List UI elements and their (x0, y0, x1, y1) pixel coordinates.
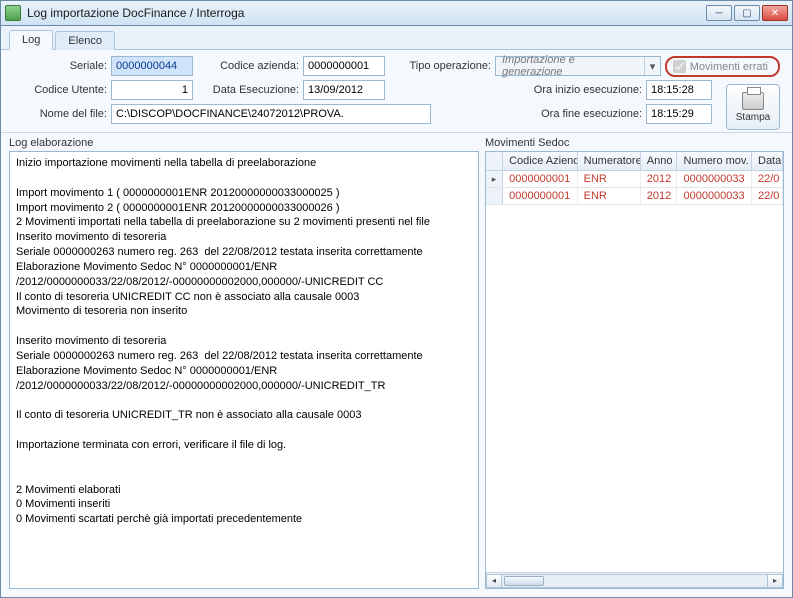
form-area: Movimenti errati Stampa Seriale: Codice … (1, 50, 792, 133)
tipo-operazione-dropdown[interactable]: Importazione e generazione ▾ (495, 56, 661, 76)
table-row[interactable]: 0000000001 ENR 2012 0000000033 22/0 (486, 188, 783, 205)
printer-icon (742, 92, 764, 110)
log-panel: Log elaborazione Inizio importazione mov… (9, 137, 479, 589)
client-area: Log Elenco Movimenti errati Stampa Seria… (0, 26, 793, 598)
nome-file-label: Nome del file: (11, 108, 111, 120)
tipo-operazione-value: Importazione e generazione (496, 54, 644, 78)
grid-title: Movimenti Sedoc (485, 137, 784, 149)
row-indicator (486, 188, 503, 204)
tab-log[interactable]: Log (9, 30, 53, 50)
ora-fine-field[interactable] (646, 104, 712, 124)
row-indicator-icon: ▸ (486, 171, 503, 187)
codice-azienda-field[interactable] (303, 56, 385, 76)
window-title: Log importazione DocFinance / Interroga (27, 6, 706, 20)
stampa-label: Stampa (736, 112, 770, 123)
nome-file-field[interactable] (111, 104, 431, 124)
ora-inizio-label: Ora inizio esecuzione: (385, 84, 646, 96)
lower-split: Log elaborazione Inizio importazione mov… (1, 133, 792, 597)
movimenti-grid[interactable]: Codice Azienda Numeratore Anno Numero mo… (485, 151, 784, 589)
col-data[interactable]: Data (752, 152, 783, 170)
movimenti-errati-checkbox[interactable] (673, 60, 686, 73)
col-anno[interactable]: Anno (641, 152, 678, 170)
stampa-button[interactable]: Stampa (726, 84, 780, 130)
grid-body: ▸ 0000000001 ENR 2012 0000000033 22/0 00… (486, 171, 783, 572)
codice-azienda-label: Codice azienda: (193, 60, 303, 72)
log-textbox[interactable]: Inizio importazione movimenti nella tabe… (9, 151, 479, 589)
col-numero-mov[interactable]: Numero mov. (677, 152, 752, 170)
minimize-button[interactable]: ─ (706, 5, 732, 21)
scroll-thumb[interactable] (504, 576, 544, 586)
col-codice-azienda[interactable]: Codice Azienda (503, 152, 578, 170)
tabstrip: Log Elenco (1, 26, 792, 50)
codice-utente-field[interactable] (111, 80, 193, 100)
maximize-button[interactable]: ▢ (734, 5, 760, 21)
movimenti-errati-wrap: Movimenti errati (665, 56, 780, 77)
log-title: Log elaborazione (9, 137, 479, 149)
grid-panel: Movimenti Sedoc Codice Azienda Numerator… (485, 137, 784, 589)
data-esecuzione-label: Data Esecuzione: (193, 84, 303, 96)
col-numeratore[interactable]: Numeratore (578, 152, 641, 170)
grid-header: Codice Azienda Numeratore Anno Numero mo… (486, 152, 783, 171)
codice-utente-label: Codice Utente: (11, 84, 111, 96)
chevron-down-icon: ▾ (644, 57, 660, 75)
close-button[interactable]: ✕ (762, 5, 788, 21)
scroll-right-icon[interactable]: ▸ (767, 574, 783, 588)
seriale-label: Seriale: (11, 60, 111, 72)
ora-inizio-field[interactable] (646, 80, 712, 100)
movimenti-errati-label: Movimenti errati (690, 61, 768, 73)
row-header-corner (486, 152, 503, 170)
titlebar: Log importazione DocFinance / Interroga … (0, 0, 793, 26)
ora-fine-label: Ora fine esecuzione: (431, 108, 646, 120)
scroll-left-icon[interactable]: ◂ (486, 574, 502, 588)
data-esecuzione-field[interactable] (303, 80, 385, 100)
app-icon (5, 5, 21, 21)
tipo-operazione-label: Tipo operazione: (385, 60, 495, 72)
tab-elenco[interactable]: Elenco (55, 31, 115, 50)
scroll-track[interactable] (502, 574, 767, 588)
seriale-field[interactable] (111, 56, 193, 76)
table-row[interactable]: ▸ 0000000001 ENR 2012 0000000033 22/0 (486, 171, 783, 188)
horizontal-scrollbar[interactable]: ◂ ▸ (486, 572, 783, 588)
